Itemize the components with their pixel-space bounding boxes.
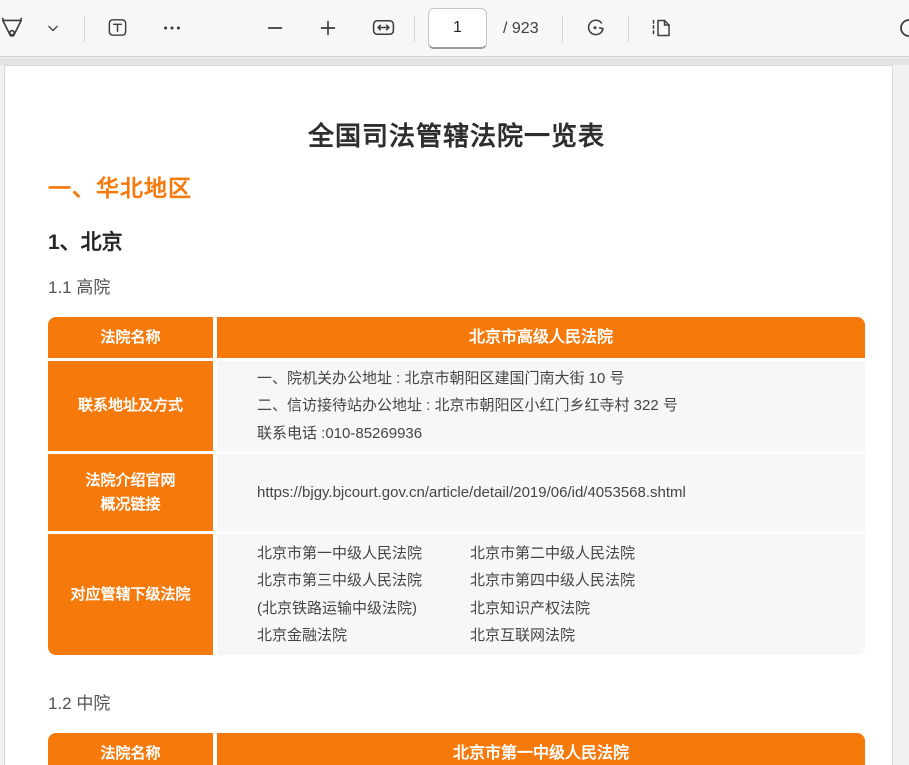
toolbar-divider <box>414 16 415 42</box>
add-text-button[interactable] <box>100 12 134 46</box>
region-heading: 一、华北地区 <box>48 169 865 203</box>
lower-courts-label: 对应管辖下级法院 <box>48 534 213 655</box>
page-count-label: / 923 <box>503 0 539 57</box>
pen-nib-icon <box>0 15 25 44</box>
sub-heading-zhongyuan: 1.2 中院 <box>48 689 865 714</box>
lower-court-item: 北京互联网法院 <box>470 622 635 650</box>
page-view-button[interactable] <box>643 12 679 46</box>
minus-icon <box>264 17 286 42</box>
ellipsis-icon <box>161 17 183 42</box>
contact-label: 联系地址及方式 <box>48 361 213 451</box>
contact-line: 联系电话 :010-85269936 <box>257 420 865 448</box>
fit-width-icon <box>371 15 396 43</box>
plus-icon <box>317 17 339 42</box>
court-table-zhongyuan: 法院名称 北京市第一中级人民法院 <box>48 733 865 765</box>
text-tool-icon <box>106 16 129 42</box>
rotate-button[interactable] <box>577 12 613 46</box>
contact-line: 二、信访接待站办公地址 : 北京市朝阳区小红门乡红寺村 322 号 <box>257 392 865 420</box>
chevron-down-icon <box>43 18 63 41</box>
doc-title: 全国司法管辖法院一览表 <box>48 116 865 153</box>
website-url: https://bjgy.bjcourt.gov.cn/article/deta… <box>217 454 865 531</box>
lower-court-item: 北京金融法院 <box>257 622 470 650</box>
lower-court-item: 北京知识产权法院 <box>470 595 635 623</box>
zoom-in-button[interactable] <box>311 12 345 46</box>
page-view-icon <box>649 16 673 43</box>
court-table-gaoyuan: 法院名称 北京市高级人民法院 联系地址及方式 一、院机关办公地址 : 北京市朝阳… <box>48 317 865 655</box>
lower-courts-list: 北京市第一中级人民法院 北京市第三中级人民法院 (北京铁路运输中级法院) 北京金… <box>217 534 865 655</box>
zoom-out-button[interactable] <box>258 12 292 46</box>
toolbar-divider <box>84 16 85 42</box>
lower-court-item: 北京市第三中级人民法院 <box>257 567 470 595</box>
pdf-page: 全国司法管辖法院一览表 一、华北地区 1、北京 1.1 高院 法院名称 北京市高… <box>4 65 893 765</box>
table-row-court-name: 法院名称 北京市高级人民法院 <box>48 317 865 358</box>
table-row-website: 法院介绍官网 概况链接 https://bjgy.bjcourt.gov.cn/… <box>48 454 865 531</box>
pdf-toolbar: / 923 <box>0 0 909 57</box>
draw-pen-button[interactable] <box>0 12 34 46</box>
table-row-contact: 联系地址及方式 一、院机关办公地址 : 北京市朝阳区建国门南大街 10 号 二、… <box>48 361 865 451</box>
page-number-input[interactable] <box>428 8 487 49</box>
court-name-label: 法院名称 <box>48 733 213 765</box>
viewport-gutter <box>0 58 909 65</box>
more-options-button[interactable] <box>154 12 190 46</box>
toolbar-divider <box>562 16 563 42</box>
search-icon <box>888 15 909 44</box>
fit-to-width-button[interactable] <box>364 12 402 46</box>
toolbar-divider <box>628 16 629 42</box>
pen-options-button[interactable] <box>38 12 68 46</box>
lower-court-item: 北京市第一中级人民法院 <box>257 540 470 568</box>
contact-value: 一、院机关办公地址 : 北京市朝阳区建国门南大街 10 号 二、信访接待站办公地… <box>217 361 865 451</box>
sub-heading-gaoyuan: 1.1 高院 <box>48 273 865 298</box>
website-label: 法院介绍官网 概况链接 <box>48 454 213 531</box>
lower-court-item: 北京市第四中级人民法院 <box>470 567 635 595</box>
contact-line: 一、院机关办公地址 : 北京市朝阳区建国门南大街 10 号 <box>257 365 865 393</box>
search-button[interactable] <box>888 12 909 46</box>
city-heading: 1、北京 <box>48 226 865 256</box>
table-row-court-name: 法院名称 北京市第一中级人民法院 <box>48 733 865 765</box>
court-name-value: 北京市第一中级人民法院 <box>217 733 865 765</box>
lower-court-item: (北京铁路运输中级法院) <box>257 595 470 623</box>
court-name-label: 法院名称 <box>48 317 213 358</box>
court-name-value: 北京市高级人民法院 <box>217 317 865 358</box>
table-row-lower-courts: 对应管辖下级法院 北京市第一中级人民法院 北京市第三中级人民法院 (北京铁路运输… <box>48 534 865 655</box>
lower-court-item: 北京市第二中级人民法院 <box>470 540 635 568</box>
rotate-icon <box>583 16 607 43</box>
